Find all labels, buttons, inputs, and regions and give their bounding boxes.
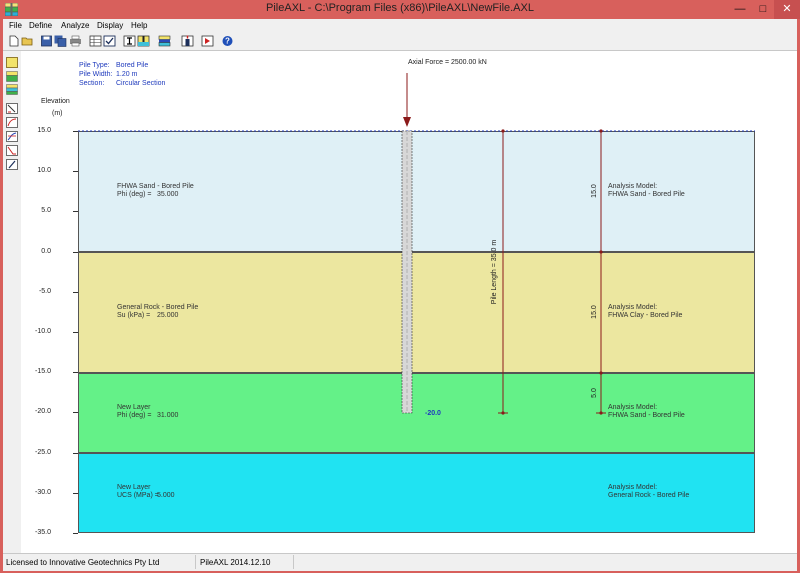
thickness-node-top <box>599 129 603 133</box>
menu-file[interactable]: File <box>9 21 22 30</box>
segment-label-3: 5.0 <box>591 388 598 398</box>
curve-3-icon[interactable] <box>6 129 18 142</box>
thickness-node-2 <box>599 371 603 375</box>
checkbox-icon[interactable] <box>103 35 116 47</box>
open-folder-icon[interactable] <box>21 35 34 47</box>
help-icon[interactable]: ? <box>221 35 234 47</box>
menu-define[interactable]: Define <box>29 21 52 30</box>
new-file-icon[interactable] <box>7 35 20 47</box>
print-icon[interactable] <box>69 35 82 47</box>
layers-icon[interactable] <box>158 35 171 47</box>
pile-tip-elevation: -20.0 <box>425 410 441 417</box>
table-icon[interactable] <box>89 35 102 47</box>
maximize-button[interactable]: □ <box>752 0 774 19</box>
license-text: Licensed to Innovative Geotechnics Pty L… <box>6 558 160 567</box>
pile-overlay: Pile Length = 35.0 m 15.0 15.0 5.0 -20.0 <box>78 73 755 417</box>
menu-help[interactable]: Help <box>131 21 147 30</box>
load-icon[interactable] <box>181 35 194 47</box>
run-icon[interactable] <box>201 35 214 47</box>
axial-force-arrowhead <box>403 117 411 127</box>
thickness-node-1 <box>599 250 603 254</box>
app-window: PileAXL - C:\Program Files (x86)\PileAXL… <box>0 0 800 573</box>
status-separator <box>293 555 294 569</box>
pile-type-icon[interactable] <box>6 55 18 68</box>
pile-icon[interactable] <box>123 35 136 47</box>
pile-length-top-node <box>501 129 505 133</box>
window-title: PileAXL - C:\Program Files (x86)\PileAXL… <box>266 2 534 14</box>
title-bar: PileAXL - C:\Program Files (x86)\PileAXL… <box>0 0 800 19</box>
pile-length-label: Pile Length = 35.0 m <box>491 240 498 305</box>
menu-bar: File Define Analyze Display Help <box>3 19 797 33</box>
status-bar: Licensed to Innovative Geotechnics Pty L… <box>3 553 797 571</box>
save-icon[interactable] <box>40 35 53 47</box>
menu-analyze[interactable]: Analyze <box>61 21 89 30</box>
close-button[interactable]: ✕ <box>774 0 800 19</box>
main-toolbar: ? <box>3 33 797 51</box>
pile-length-bottom-node <box>501 411 505 415</box>
profile-icon[interactable] <box>137 35 150 47</box>
curve-5-icon[interactable] <box>6 157 18 170</box>
curve-4-icon[interactable] <box>6 143 18 156</box>
pile-profile-canvas[interactable]: Pile Type: Bored Pile Pile Width: 1.20 m… <box>21 51 797 553</box>
segment-label-1: 15.0 <box>591 184 598 198</box>
curve-t-z-icon[interactable] <box>6 101 18 114</box>
svg-text:?: ? <box>225 37 230 46</box>
version-text: PileAXL 2014.12.10 <box>200 558 271 567</box>
menu-display[interactable]: Display <box>97 21 123 30</box>
minimize-button[interactable]: — <box>728 0 752 19</box>
soil-grid-icon[interactable] <box>6 82 18 95</box>
status-separator <box>195 555 196 569</box>
save-all-icon[interactable] <box>54 35 67 47</box>
segment-label-2: 15.0 <box>591 305 598 319</box>
thickness-node-bottom <box>599 411 603 415</box>
soil-layers-icon[interactable] <box>6 69 18 82</box>
curve-q-z-icon[interactable] <box>6 115 18 128</box>
side-toolbar <box>3 51 21 557</box>
